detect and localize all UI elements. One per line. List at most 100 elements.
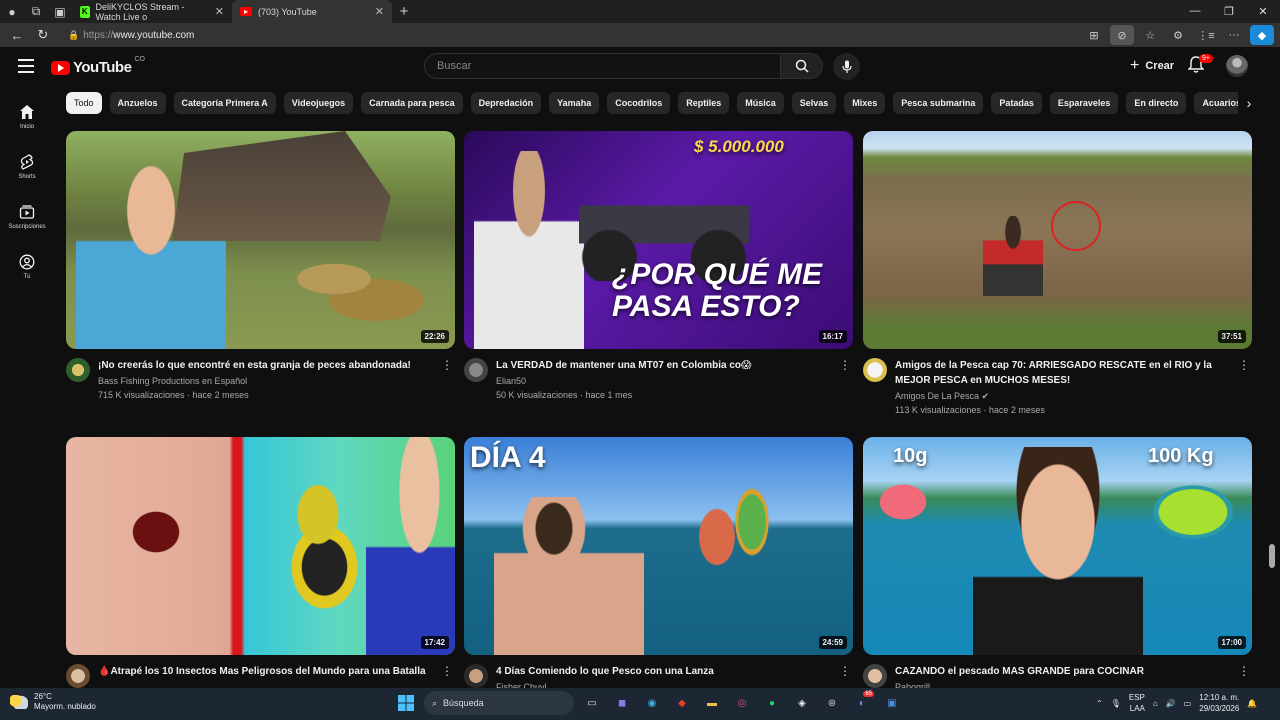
capcut-icon[interactable]: ◈ xyxy=(790,691,814,715)
start-button[interactable] xyxy=(394,691,418,715)
video-thumbnail[interactable]: 10g 100 Kg 17:00 xyxy=(863,437,1252,655)
search-input[interactable]: Buscar xyxy=(424,53,781,79)
back-icon[interactable]: ← xyxy=(6,25,28,45)
chip-en-directo[interactable]: En directo xyxy=(1126,92,1187,114)
video-card[interactable]: 10g 100 Kg 17:00 CAZANDO el pescado MAS … xyxy=(863,437,1252,694)
video-title[interactable]: Amigos de la Pesca cap 70: ARRIESGADO RE… xyxy=(895,358,1252,388)
close-tab-icon[interactable]: ✕ xyxy=(215,5,224,18)
chip-esparaveles[interactable]: Esparaveles xyxy=(1049,92,1119,114)
video-title[interactable]: 4 Días Comiendo lo que Pesco con una Lan… xyxy=(496,664,853,679)
video-thumbnail[interactable]: 22:26 xyxy=(66,131,455,349)
video-thumbnail[interactable]: 17:42 xyxy=(66,437,455,655)
chip-yamaha[interactable]: Yamaha xyxy=(549,92,600,114)
minimize-icon[interactable]: — xyxy=(1178,5,1212,18)
tray-overflow-icon[interactable]: ⌃ xyxy=(1096,699,1103,708)
sidebar-item-tu[interactable]: Tú xyxy=(0,242,54,292)
search-button[interactable] xyxy=(781,53,823,79)
weather-widget[interactable]: 26°C Mayorm. nublado xyxy=(10,692,96,712)
menu-icon[interactable] xyxy=(18,59,34,73)
tab-youtube[interactable]: ▸ (703) YouTube ✕ xyxy=(232,0,392,23)
copilot-icon[interactable]: ◆ xyxy=(1250,25,1274,45)
video-card[interactable]: 37:51 Amigos de la Pesca cap 70: ARRIESG… xyxy=(863,131,1252,417)
tab-kick[interactable]: K DeliKYCLOS Stream - Watch Live o ✕ xyxy=(72,0,232,23)
video-card[interactable]: 22:26 ¡No creerás lo que encontré en est… xyxy=(66,131,455,402)
profile-icon[interactable]: ● xyxy=(0,0,24,23)
video-card[interactable]: DÍA 4 24:59 4 Días Comiendo lo que Pesco… xyxy=(464,437,853,694)
chips-next-icon[interactable]: › xyxy=(1238,92,1260,114)
chip-cocodrilos[interactable]: Cocodrilos xyxy=(607,92,671,114)
chip-reptiles[interactable]: Reptiles xyxy=(678,92,730,114)
extensions-icon[interactable]: ⚙ xyxy=(1166,25,1190,45)
more-actions-icon[interactable]: ⋮ xyxy=(441,359,453,371)
video-title[interactable]: La VERDAD de mantener una MT07 en Colomb… xyxy=(496,358,853,373)
video-card[interactable]: $ 5.000.000 ¿POR QUÉ ME PASA ESTO? 16:17… xyxy=(464,131,853,402)
edge-icon[interactable]: ◉ xyxy=(640,691,664,715)
system-clock[interactable]: 12:10 a. m. 29/03/2026 xyxy=(1199,692,1239,714)
file-explorer-icon[interactable]: ▬ xyxy=(700,691,724,715)
chip-pesca-submarina[interactable]: Pesca submarina xyxy=(893,92,984,114)
channel-avatar[interactable] xyxy=(863,664,887,688)
app-available-icon[interactable]: ⊞ xyxy=(1082,25,1106,45)
chip-videojuegos[interactable]: Videojuegos xyxy=(283,92,354,114)
channel-name[interactable]: Amigos De La Pesca ✔ xyxy=(895,389,1252,403)
video-title[interactable]: ¡No creerás lo que encontré en esta gran… xyxy=(98,358,455,373)
channel-avatar[interactable] xyxy=(464,358,488,382)
more-actions-icon[interactable]: ⋮ xyxy=(839,665,851,677)
notifications-bell-icon[interactable]: 🔔 xyxy=(1247,699,1257,708)
chip-anzuelos[interactable]: Anzuelos xyxy=(109,92,166,114)
maximize-icon[interactable]: ❐ xyxy=(1212,5,1246,18)
page-scrollbar[interactable] xyxy=(1268,92,1276,682)
video-title[interactable]: 🩸Atrapé los 10 Insectos Mas Peligrosos d… xyxy=(98,664,455,679)
sidebar-item-shorts[interactable]: Shorts xyxy=(0,142,54,192)
chip-carnada-para-pesca[interactable]: Carnada para pesca xyxy=(361,92,463,114)
taskbar-search[interactable]: ⌕ Búsqueda xyxy=(424,691,574,715)
channel-name[interactable]: Bass Fishing Productions en Español xyxy=(98,374,455,388)
collections-icon[interactable]: ⋮≡ xyxy=(1194,25,1218,45)
more-icon[interactable]: ··· xyxy=(1222,25,1246,45)
more-actions-icon[interactable]: ⋮ xyxy=(1238,665,1250,677)
channel-avatar[interactable] xyxy=(464,664,488,688)
url-field[interactable]: 🔒 https://www.youtube.com xyxy=(68,25,194,45)
new-tab-icon[interactable]: + xyxy=(392,0,416,23)
channel-avatar[interactable] xyxy=(66,664,90,688)
more-actions-icon[interactable]: ⋮ xyxy=(441,665,453,677)
close-tab-icon[interactable]: ✕ xyxy=(375,5,384,18)
video-card[interactable]: 17:42 🩸Atrapé los 10 Insectos Mas Peligr… xyxy=(66,437,455,688)
chip-todo[interactable]: Todo xyxy=(66,92,102,114)
reload-icon[interactable]: ↻ xyxy=(32,25,54,45)
channel-avatar[interactable] xyxy=(66,358,90,382)
video-title[interactable]: CAZANDO el pescado MAS GRANDE para COCIN… xyxy=(895,664,1252,679)
app-icon[interactable]: ▣ xyxy=(880,691,904,715)
tracking-prevention-icon[interactable]: ⊘ xyxy=(1110,25,1134,45)
video-thumbnail[interactable]: $ 5.000.000 ¿POR QUÉ ME PASA ESTO? 16:17 xyxy=(464,131,853,349)
chip-categoria-primera-a[interactable]: Categoría Primera A xyxy=(173,92,276,114)
tab-actions-icon[interactable]: ▣ xyxy=(48,0,72,23)
account-avatar[interactable] xyxy=(1226,55,1248,77)
workspaces-icon[interactable]: ⧉ xyxy=(24,0,48,23)
youtube-logo[interactable]: YouTube CO xyxy=(51,56,145,76)
channel-avatar[interactable] xyxy=(863,358,887,382)
chip-selvas[interactable]: Selvas xyxy=(791,92,837,114)
spotify-icon[interactable]: ● xyxy=(760,691,784,715)
steam-icon[interactable]: ⊛ xyxy=(820,691,844,715)
chip-patadas[interactable]: Patadas xyxy=(991,92,1042,114)
sidebar-item-inicio[interactable]: Inicio xyxy=(0,92,54,142)
scrollbar-thumb[interactable] xyxy=(1269,544,1275,568)
more-actions-icon[interactable]: ⋮ xyxy=(1238,359,1250,371)
chip-musica[interactable]: Música xyxy=(737,92,784,114)
discord-icon[interactable]: ◐ 65 xyxy=(850,691,874,715)
window-close-icon[interactable]: ✕ xyxy=(1246,5,1280,18)
instagram-icon[interactable]: ◎ xyxy=(730,691,754,715)
meet-icon[interactable]: ◼ xyxy=(610,691,634,715)
battery-icon[interactable]: ▭ xyxy=(1184,699,1192,708)
chip-mixes[interactable]: Mixes xyxy=(844,92,886,114)
video-thumbnail[interactable]: 37:51 xyxy=(863,131,1252,349)
chip-depredacion[interactable]: Depredación xyxy=(470,92,542,114)
sidebar-item-suscripciones[interactable]: Suscripciones xyxy=(0,192,54,242)
network-icon[interactable]: ⌂ xyxy=(1153,699,1158,708)
favorite-star-icon[interactable]: ☆ xyxy=(1138,25,1162,45)
volume-icon[interactable]: 🔊 xyxy=(1166,699,1176,708)
create-button[interactable]: + Crear xyxy=(1120,53,1184,79)
channel-name[interactable]: Elian50 xyxy=(496,374,853,388)
voice-search-button[interactable] xyxy=(833,53,860,80)
